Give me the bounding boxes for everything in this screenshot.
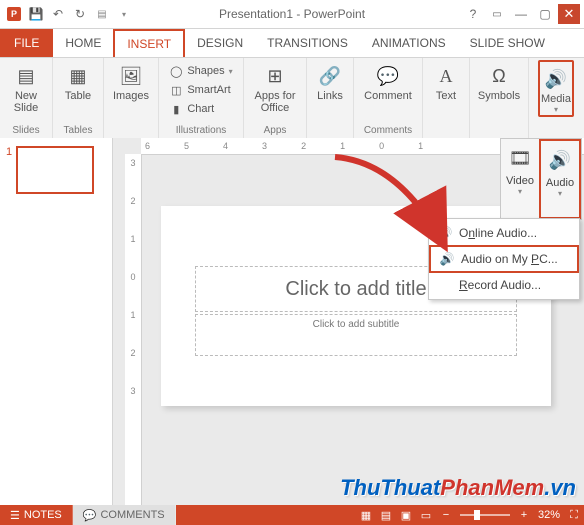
- text-icon: A: [434, 62, 458, 90]
- group-illustrations-label: Illustrations: [159, 125, 243, 136]
- help-icon[interactable]: ?: [462, 4, 484, 24]
- audio-on-my-pc-item[interactable]: 🔊 Audio on My PC...: [429, 245, 579, 273]
- audio-item-icon: 🔊: [437, 226, 453, 240]
- comments-icon: 💬: [83, 509, 97, 522]
- audio-item-icon: 🔊: [439, 252, 455, 266]
- zoom-in-button[interactable]: +: [514, 507, 534, 523]
- quick-access-toolbar: P 💾 ↶ ↻ ▤: [0, 6, 132, 22]
- images-icon: 🖼: [119, 62, 143, 90]
- record-audio-item[interactable]: Record Audio...: [429, 273, 579, 297]
- media-button[interactable]: 🔊 Media ▾: [538, 60, 574, 117]
- zoom-out-button[interactable]: −: [436, 507, 456, 523]
- audio-button[interactable]: 🔊 Audio ▾: [539, 139, 581, 219]
- slideshow-view-button[interactable]: ▭: [416, 507, 436, 523]
- group-comments-label: Comments: [354, 125, 422, 136]
- normal-view-button[interactable]: ▦: [356, 507, 376, 523]
- apps-button[interactable]: ⊞ Apps for Office: [250, 60, 300, 114]
- chart-icon: ▮: [169, 102, 183, 116]
- undo-icon[interactable]: ↶: [50, 6, 66, 22]
- symbols-button[interactable]: Ω Symbols: [478, 60, 520, 102]
- tab-transitions[interactable]: TRANSITIONS: [255, 29, 360, 57]
- online-audio-item[interactable]: 🔊 Online Audio...: [429, 221, 579, 245]
- start-slideshow-icon[interactable]: ▤: [94, 6, 110, 22]
- tab-file[interactable]: FILE: [0, 29, 53, 57]
- notes-button[interactable]: ☰NOTES: [0, 505, 73, 525]
- table-icon: ▦: [66, 62, 90, 90]
- workspace: 1 65432101 3210123 Click to add title Cl…: [0, 138, 584, 505]
- shapes-button[interactable]: ◯Shapes▾: [169, 62, 232, 80]
- chart-button[interactable]: ▮Chart: [169, 100, 232, 118]
- audio-icon: 🔊: [549, 145, 571, 175]
- vertical-ruler: 3210123: [125, 154, 142, 505]
- group-tables-label: Tables: [53, 125, 103, 136]
- minimize-button[interactable]: —: [510, 4, 532, 24]
- tab-design[interactable]: DESIGN: [185, 29, 255, 57]
- ribbon: ▤ New Slide Slides ▦ Table Tables 🖼 Imag…: [0, 58, 584, 139]
- zoom-slider[interactable]: [460, 514, 510, 516]
- window-controls: ? ▭ — ▢ ✕: [462, 4, 584, 24]
- fit-to-window-button[interactable]: ⛶: [564, 507, 584, 523]
- audio-dropdown-menu: 🔊 Online Audio... 🔊 Audio on My PC... Re…: [428, 218, 580, 300]
- close-button[interactable]: ✕: [558, 4, 580, 24]
- qat-customize-icon[interactable]: [116, 6, 132, 22]
- ribbon-tabs: FILE HOME INSERT DESIGN TRANSITIONS ANIM…: [0, 29, 584, 58]
- subtitle-placeholder[interactable]: Click to add subtitle: [195, 314, 517, 356]
- reading-view-button[interactable]: ▣: [396, 507, 416, 523]
- comments-button[interactable]: 💬COMMENTS: [73, 505, 176, 525]
- text-button[interactable]: A Text: [434, 60, 458, 102]
- media-icon: 🔊: [544, 65, 568, 93]
- tab-slideshow[interactable]: SLIDE SHOW: [458, 29, 557, 57]
- media-dropdown-panel: 🎞 Video ▾ 🔊 Audio ▾: [500, 138, 582, 220]
- sorter-view-button[interactable]: ▤: [376, 507, 396, 523]
- apps-icon: ⊞: [263, 62, 287, 90]
- slide-thumbnails-pane[interactable]: 1: [0, 138, 113, 505]
- table-button[interactable]: ▦ Table: [65, 60, 91, 102]
- zoom-level[interactable]: 32%: [534, 509, 564, 521]
- comment-icon: 💬: [376, 62, 400, 90]
- group-slides-label: Slides: [0, 125, 52, 136]
- tab-animations[interactable]: ANIMATIONS: [360, 29, 458, 57]
- new-slide-button[interactable]: ▤ New Slide: [6, 60, 46, 114]
- status-bar: ☰NOTES 💬COMMENTS ▦ ▤ ▣ ▭ − + 32% ⛶: [0, 505, 584, 525]
- video-button[interactable]: 🎞 Video ▾: [501, 139, 539, 219]
- redo-icon[interactable]: ↻: [72, 6, 88, 22]
- images-button[interactable]: 🖼 Images: [113, 60, 149, 102]
- new-slide-icon: ▤: [14, 62, 38, 90]
- links-button[interactable]: 🔗 Links: [317, 60, 343, 102]
- shapes-icon: ◯: [169, 64, 183, 78]
- thumb-number: 1: [6, 146, 12, 194]
- tab-home[interactable]: HOME: [53, 29, 113, 57]
- comment-button[interactable]: 💬 Comment: [364, 60, 412, 102]
- slide-thumbnail[interactable]: [16, 146, 94, 194]
- app-icon: P: [6, 6, 22, 22]
- symbols-icon: Ω: [487, 62, 511, 90]
- save-icon[interactable]: 💾: [28, 6, 44, 22]
- restore-button[interactable]: ▢: [534, 4, 556, 24]
- notes-icon: ☰: [10, 509, 20, 522]
- tab-insert[interactable]: INSERT: [113, 29, 185, 57]
- smartart-icon: ◫: [169, 83, 183, 97]
- links-icon: 🔗: [318, 62, 342, 90]
- smartart-button[interactable]: ◫SmartArt: [169, 81, 232, 99]
- group-apps-label: Apps: [244, 125, 306, 136]
- video-icon: 🎞: [509, 143, 532, 173]
- title-bar: P 💾 ↶ ↻ ▤ Presentation1 - PowerPoint ? ▭…: [0, 0, 584, 29]
- ribbon-options-icon[interactable]: ▭: [486, 4, 508, 24]
